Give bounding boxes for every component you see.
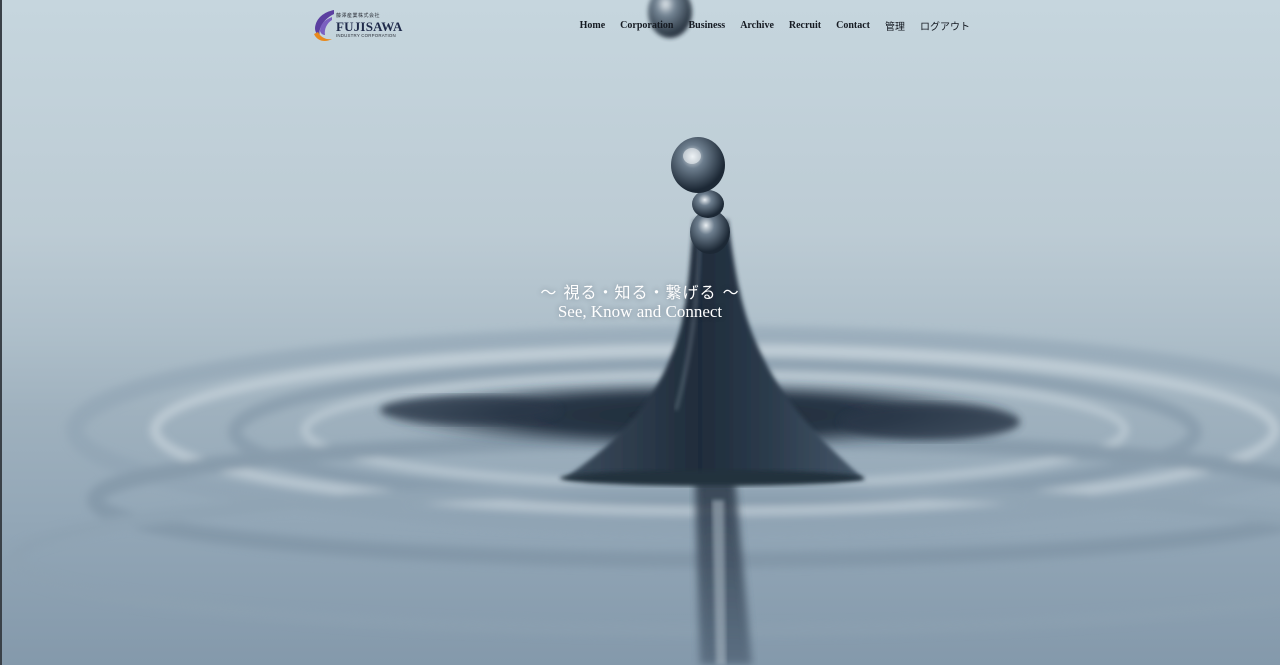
window-left-edge xyxy=(0,0,2,665)
fujisawa-swoosh-logo-icon xyxy=(314,10,334,42)
nav-home[interactable]: Home xyxy=(580,20,606,31)
hero-section: 藤澤産業株式会社 FUJISAWA INDUSTRY CORPORATION H… xyxy=(0,0,1280,665)
logo-wordmark: FUJISAWA xyxy=(336,18,403,34)
nav-admin[interactable]: 管理 xyxy=(885,18,905,33)
tagline-japanese: 〜 視る・知る・繋げる 〜 xyxy=(540,283,740,302)
nav-business[interactable]: Business xyxy=(689,20,726,31)
site-header: 藤澤産業株式会社 FUJISAWA INDUSTRY CORPORATION H… xyxy=(0,0,1280,50)
nav-corporation[interactable]: Corporation xyxy=(620,20,673,31)
nav-recruit[interactable]: Recruit xyxy=(789,20,821,31)
hero-tagline: 〜 視る・知る・繋げる 〜 See, Know and Connect xyxy=(0,282,1280,322)
company-logo[interactable]: 藤澤産業株式会社 FUJISAWA INDUSTRY CORPORATION xyxy=(310,8,402,44)
water-droplet-background xyxy=(0,0,1280,665)
nav-contact[interactable]: Contact xyxy=(836,20,870,31)
logo-subtitle: INDUSTRY CORPORATION xyxy=(336,32,396,38)
nav-archive[interactable]: Archive xyxy=(740,20,774,31)
main-navigation: Home Corporation Business Archive Recrui… xyxy=(580,18,970,33)
nav-logout[interactable]: ログアウト xyxy=(920,18,970,33)
tagline-english: See, Know and Connect xyxy=(557,302,723,321)
